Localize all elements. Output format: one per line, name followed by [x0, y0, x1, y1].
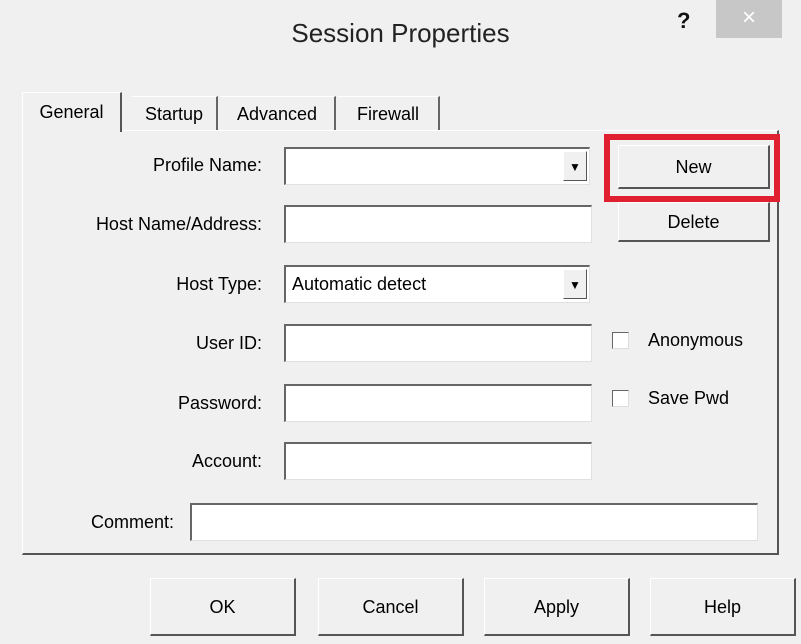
- help-icon[interactable]: ?: [677, 8, 690, 34]
- title-bar: Session Properties ? ×: [0, 0, 801, 72]
- account-input[interactable]: [284, 442, 592, 480]
- password-input[interactable]: [284, 384, 592, 422]
- tab-firewall[interactable]: Firewall: [338, 96, 440, 130]
- profile-name-combo[interactable]: ▼: [284, 147, 590, 185]
- tab-startup[interactable]: Startup: [132, 96, 218, 130]
- apply-button[interactable]: Apply: [484, 578, 630, 636]
- host-type-value: Automatic detect: [292, 274, 427, 294]
- chevron-down-icon[interactable]: ▼: [563, 269, 587, 299]
- tab-advanced[interactable]: Advanced: [220, 96, 336, 130]
- comment-input[interactable]: [190, 503, 758, 541]
- password-label: Password:: [177, 393, 262, 413]
- user-id-label: User ID:: [195, 333, 262, 353]
- help-button[interactable]: Help: [650, 578, 796, 636]
- host-type-select[interactable]: Automatic detect ▼: [284, 265, 590, 303]
- host-type-label: Host Type:: [176, 274, 262, 294]
- host-name-input[interactable]: [284, 205, 592, 243]
- close-button[interactable]: ×: [716, 0, 782, 38]
- anonymous-label: Anonymous: [648, 330, 744, 350]
- account-label: Account:: [191, 451, 262, 471]
- tab-general[interactable]: General: [22, 92, 122, 132]
- chevron-down-icon[interactable]: ▼: [563, 151, 587, 181]
- delete-button[interactable]: Delete: [618, 202, 770, 242]
- anonymous-checkbox[interactable]: [612, 332, 629, 349]
- save-pwd-checkbox[interactable]: [612, 390, 629, 407]
- profile-name-label: Profile Name:: [152, 155, 262, 175]
- cancel-button[interactable]: Cancel: [318, 578, 464, 636]
- ok-button[interactable]: OK: [150, 578, 296, 636]
- highlight-box: [604, 134, 780, 202]
- save-pwd-label: Save Pwd: [648, 388, 730, 408]
- comment-label: Comment:: [90, 512, 174, 532]
- host-name-label: Host Name/Address:: [95, 214, 262, 234]
- user-id-input[interactable]: [284, 324, 592, 362]
